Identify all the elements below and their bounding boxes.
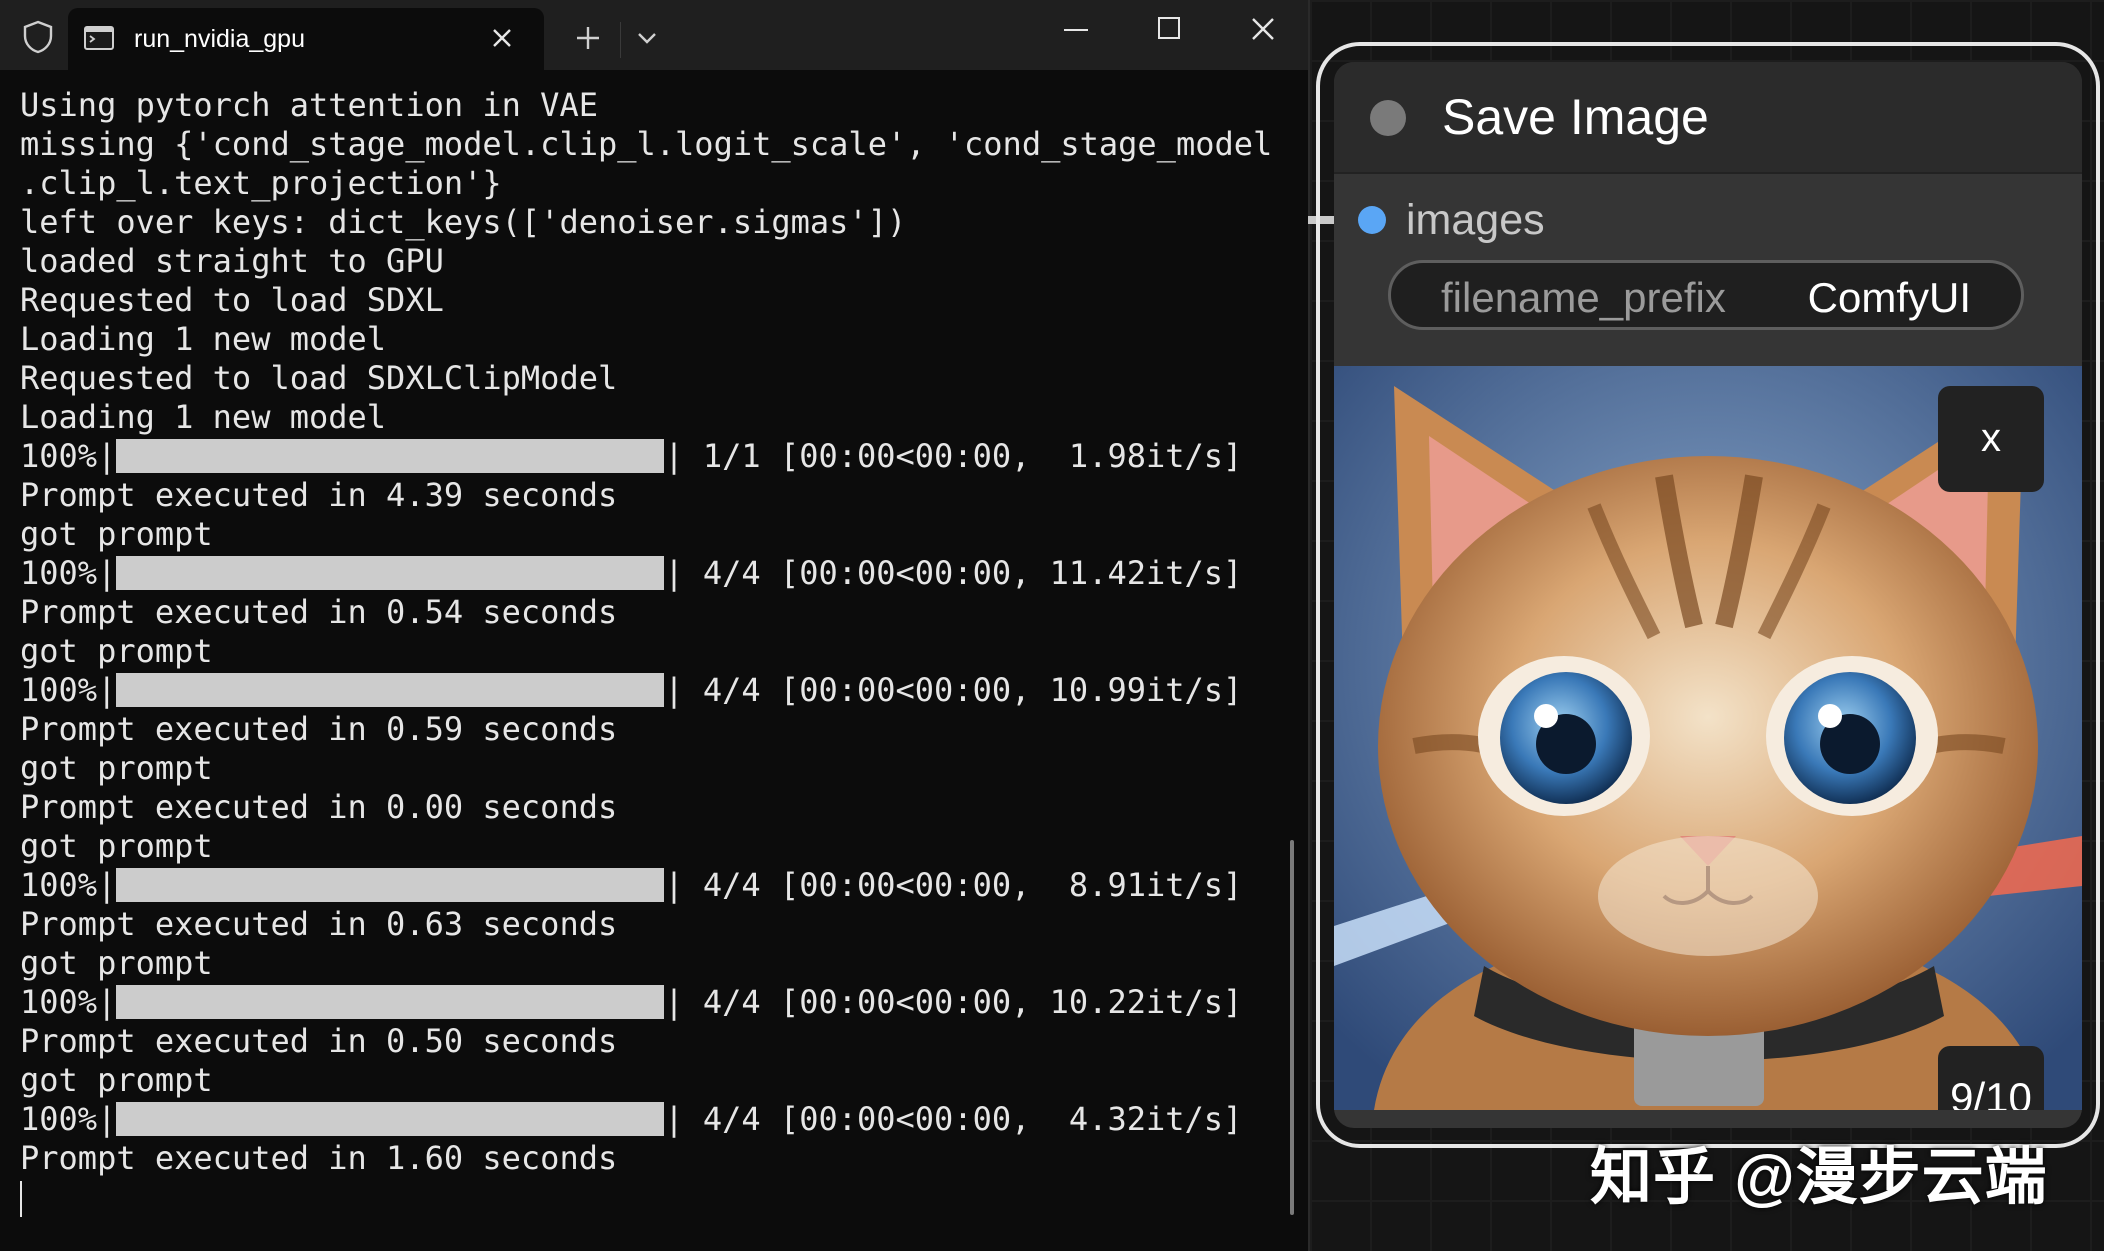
progress-percent: 100%|	[20, 866, 117, 904]
progress-bar	[116, 1102, 665, 1136]
progress-line: 100%| | 4/4 [00:00<00:00, 11.42it/s]	[20, 554, 1280, 593]
tab-separator	[620, 22, 621, 58]
progress-bar	[116, 439, 665, 473]
widget-name: filename_prefix	[1441, 274, 1726, 321]
progress-bar	[116, 868, 665, 902]
terminal-line: Requested to load SDXLClipModel	[20, 359, 618, 397]
watermark: 知乎 @漫步云端	[1590, 1143, 2048, 1212]
terminal-line: got prompt	[20, 827, 213, 865]
terminal-line: got prompt	[20, 632, 213, 670]
images-input-label: images	[1406, 196, 1545, 244]
close-tab-icon[interactable]	[490, 26, 514, 50]
progress-stats: | 4/4 [00:00<00:00, 11.42it/s]	[664, 554, 1243, 592]
save-image-node[interactable]: Save Image images filename_prefix ComfyU…	[1334, 62, 2082, 1128]
terminal-cursor-line	[20, 1178, 1280, 1217]
terminal-line: Loading 1 new model	[20, 398, 387, 436]
progress-bar	[116, 985, 665, 1019]
terminal-line: got prompt	[20, 944, 213, 982]
terminal-scrollbar[interactable]	[1290, 840, 1294, 1215]
chevron-down-icon[interactable]	[634, 28, 660, 48]
terminal-output[interactable]: Using pytorch attention in VAE missing {'…	[20, 86, 1280, 1217]
terminal-window: run_nvidia_gpu Using pytorch attention i…	[0, 0, 1310, 1251]
tab-run-nvidia-gpu[interactable]: run_nvidia_gpu	[68, 8, 544, 70]
terminal-line: Prompt executed in 0.63 seconds	[20, 905, 618, 943]
shield-icon[interactable]	[22, 20, 54, 54]
terminal-line: got prompt	[20, 515, 213, 553]
terminal-line: Prompt executed in 1.60 seconds	[20, 1139, 618, 1177]
maximize-icon[interactable]	[1157, 16, 1181, 40]
terminal-line: Prompt executed in 0.59 seconds	[20, 710, 618, 748]
terminal-cursor	[20, 1181, 22, 1217]
progress-stats: | 1/1 [00:00<00:00, 1.98it/s]	[664, 437, 1243, 475]
progress-percent: 100%|	[20, 671, 117, 709]
node-collapse-dot[interactable]	[1370, 100, 1406, 136]
widget-value: ComfyUI	[1807, 274, 1971, 321]
terminal-line: got prompt	[20, 1061, 213, 1099]
progress-percent: 100%|	[20, 1100, 117, 1138]
close-preview-button[interactable]: x	[1938, 386, 2044, 492]
terminal-line: left over keys: dict_keys(['denoiser.sig…	[20, 203, 907, 241]
progress-bar	[116, 673, 665, 707]
progress-line: 100%| | 1/1 [00:00<00:00, 1.98it/s]	[20, 437, 1280, 476]
progress-line: 100%| | 4/4 [00:00<00:00, 10.22it/s]	[20, 983, 1280, 1022]
terminal-line: Prompt executed in 4.39 seconds	[20, 476, 618, 514]
progress-line: 100%| | 4/4 [00:00<00:00, 4.32it/s]	[20, 1100, 1280, 1139]
minimize-icon[interactable]	[1064, 28, 1088, 32]
terminal-icon	[84, 26, 114, 50]
progress-stats: | 4/4 [00:00<00:00, 10.99it/s]	[664, 671, 1243, 709]
terminal-line: Loading 1 new model	[20, 320, 387, 358]
terminal-line: Prompt executed in 0.50 seconds	[20, 1022, 618, 1060]
node-title: Save Image	[1442, 89, 1709, 145]
terminal-line: missing {'cond_stage_model.clip_l.logit_…	[20, 125, 1273, 163]
terminal-line: Prompt executed in 0.54 seconds	[20, 593, 618, 631]
image-counter: 9/10	[1938, 1046, 2044, 1110]
title-bar: run_nvidia_gpu	[0, 0, 1308, 70]
progress-stats: | 4/4 [00:00<00:00, 10.22it/s]	[664, 983, 1243, 1021]
progress-stats: | 4/4 [00:00<00:00, 4.32it/s]	[664, 1100, 1243, 1138]
close-window-icon[interactable]	[1250, 16, 1276, 42]
progress-percent: 100%|	[20, 983, 117, 1021]
progress-stats: | 4/4 [00:00<00:00, 8.91it/s]	[664, 866, 1243, 904]
terminal-line: loaded straight to GPU	[20, 242, 444, 280]
terminal-line: got prompt	[20, 749, 213, 787]
progress-percent: 100%|	[20, 437, 117, 475]
progress-line: 100%| | 4/4 [00:00<00:00, 8.91it/s]	[20, 866, 1280, 905]
terminal-line: Requested to load SDXL	[20, 281, 444, 319]
terminal-line: Using pytorch attention in VAE	[20, 86, 598, 124]
progress-line: 100%| | 4/4 [00:00<00:00, 10.99it/s]	[20, 671, 1280, 710]
progress-bar	[116, 556, 665, 590]
tab-title: run_nvidia_gpu	[134, 25, 305, 53]
filename-prefix-widget[interactable]: filename_prefix ComfyUI	[1388, 260, 2024, 330]
images-input-slot[interactable]	[1358, 206, 1386, 234]
image-preview[interactable]: x 9/10	[1334, 366, 2082, 1110]
new-tab-plus-icon[interactable]	[574, 24, 602, 52]
terminal-line: .clip_l.text_projection'}	[20, 164, 502, 202]
node-header[interactable]: Save Image	[1334, 62, 2082, 174]
terminal-line: Prompt executed in 0.00 seconds	[20, 788, 618, 826]
progress-percent: 100%|	[20, 554, 117, 592]
